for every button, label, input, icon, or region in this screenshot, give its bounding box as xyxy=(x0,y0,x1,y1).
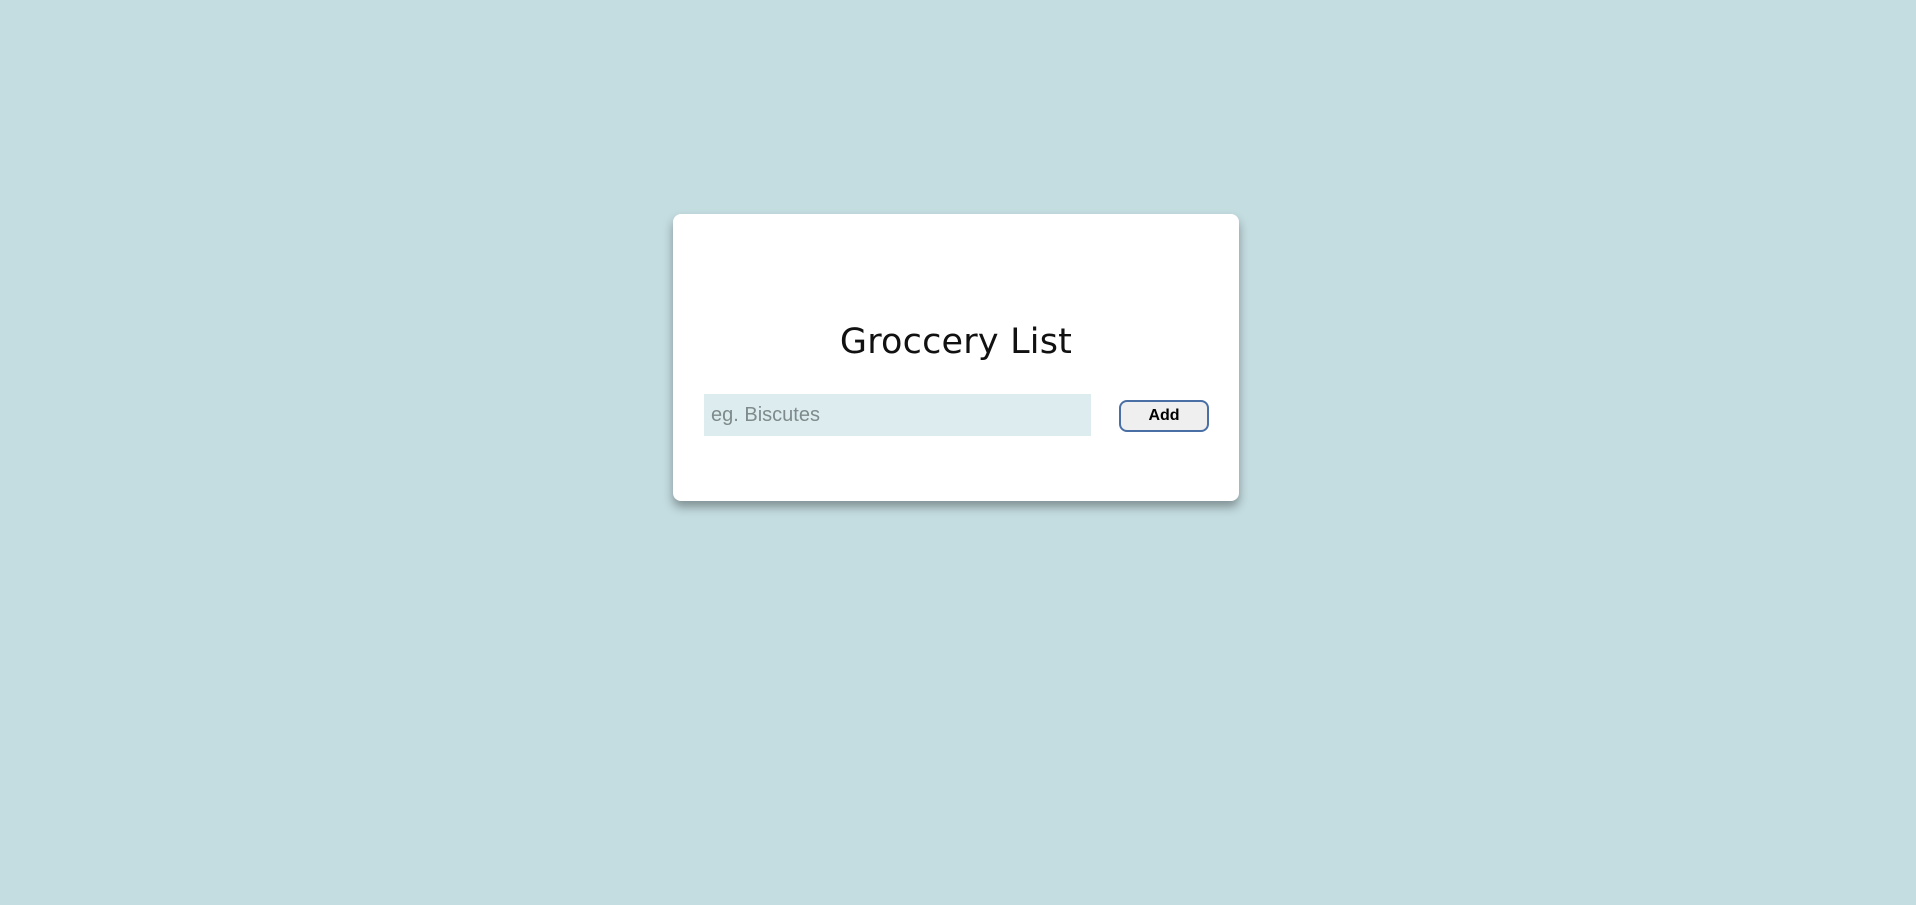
add-button[interactable]: Add xyxy=(1119,400,1209,432)
grocery-item-input[interactable] xyxy=(704,394,1091,436)
page-title: Groccery List xyxy=(839,322,1073,362)
grocery-card: Groccery List Add xyxy=(673,214,1239,501)
